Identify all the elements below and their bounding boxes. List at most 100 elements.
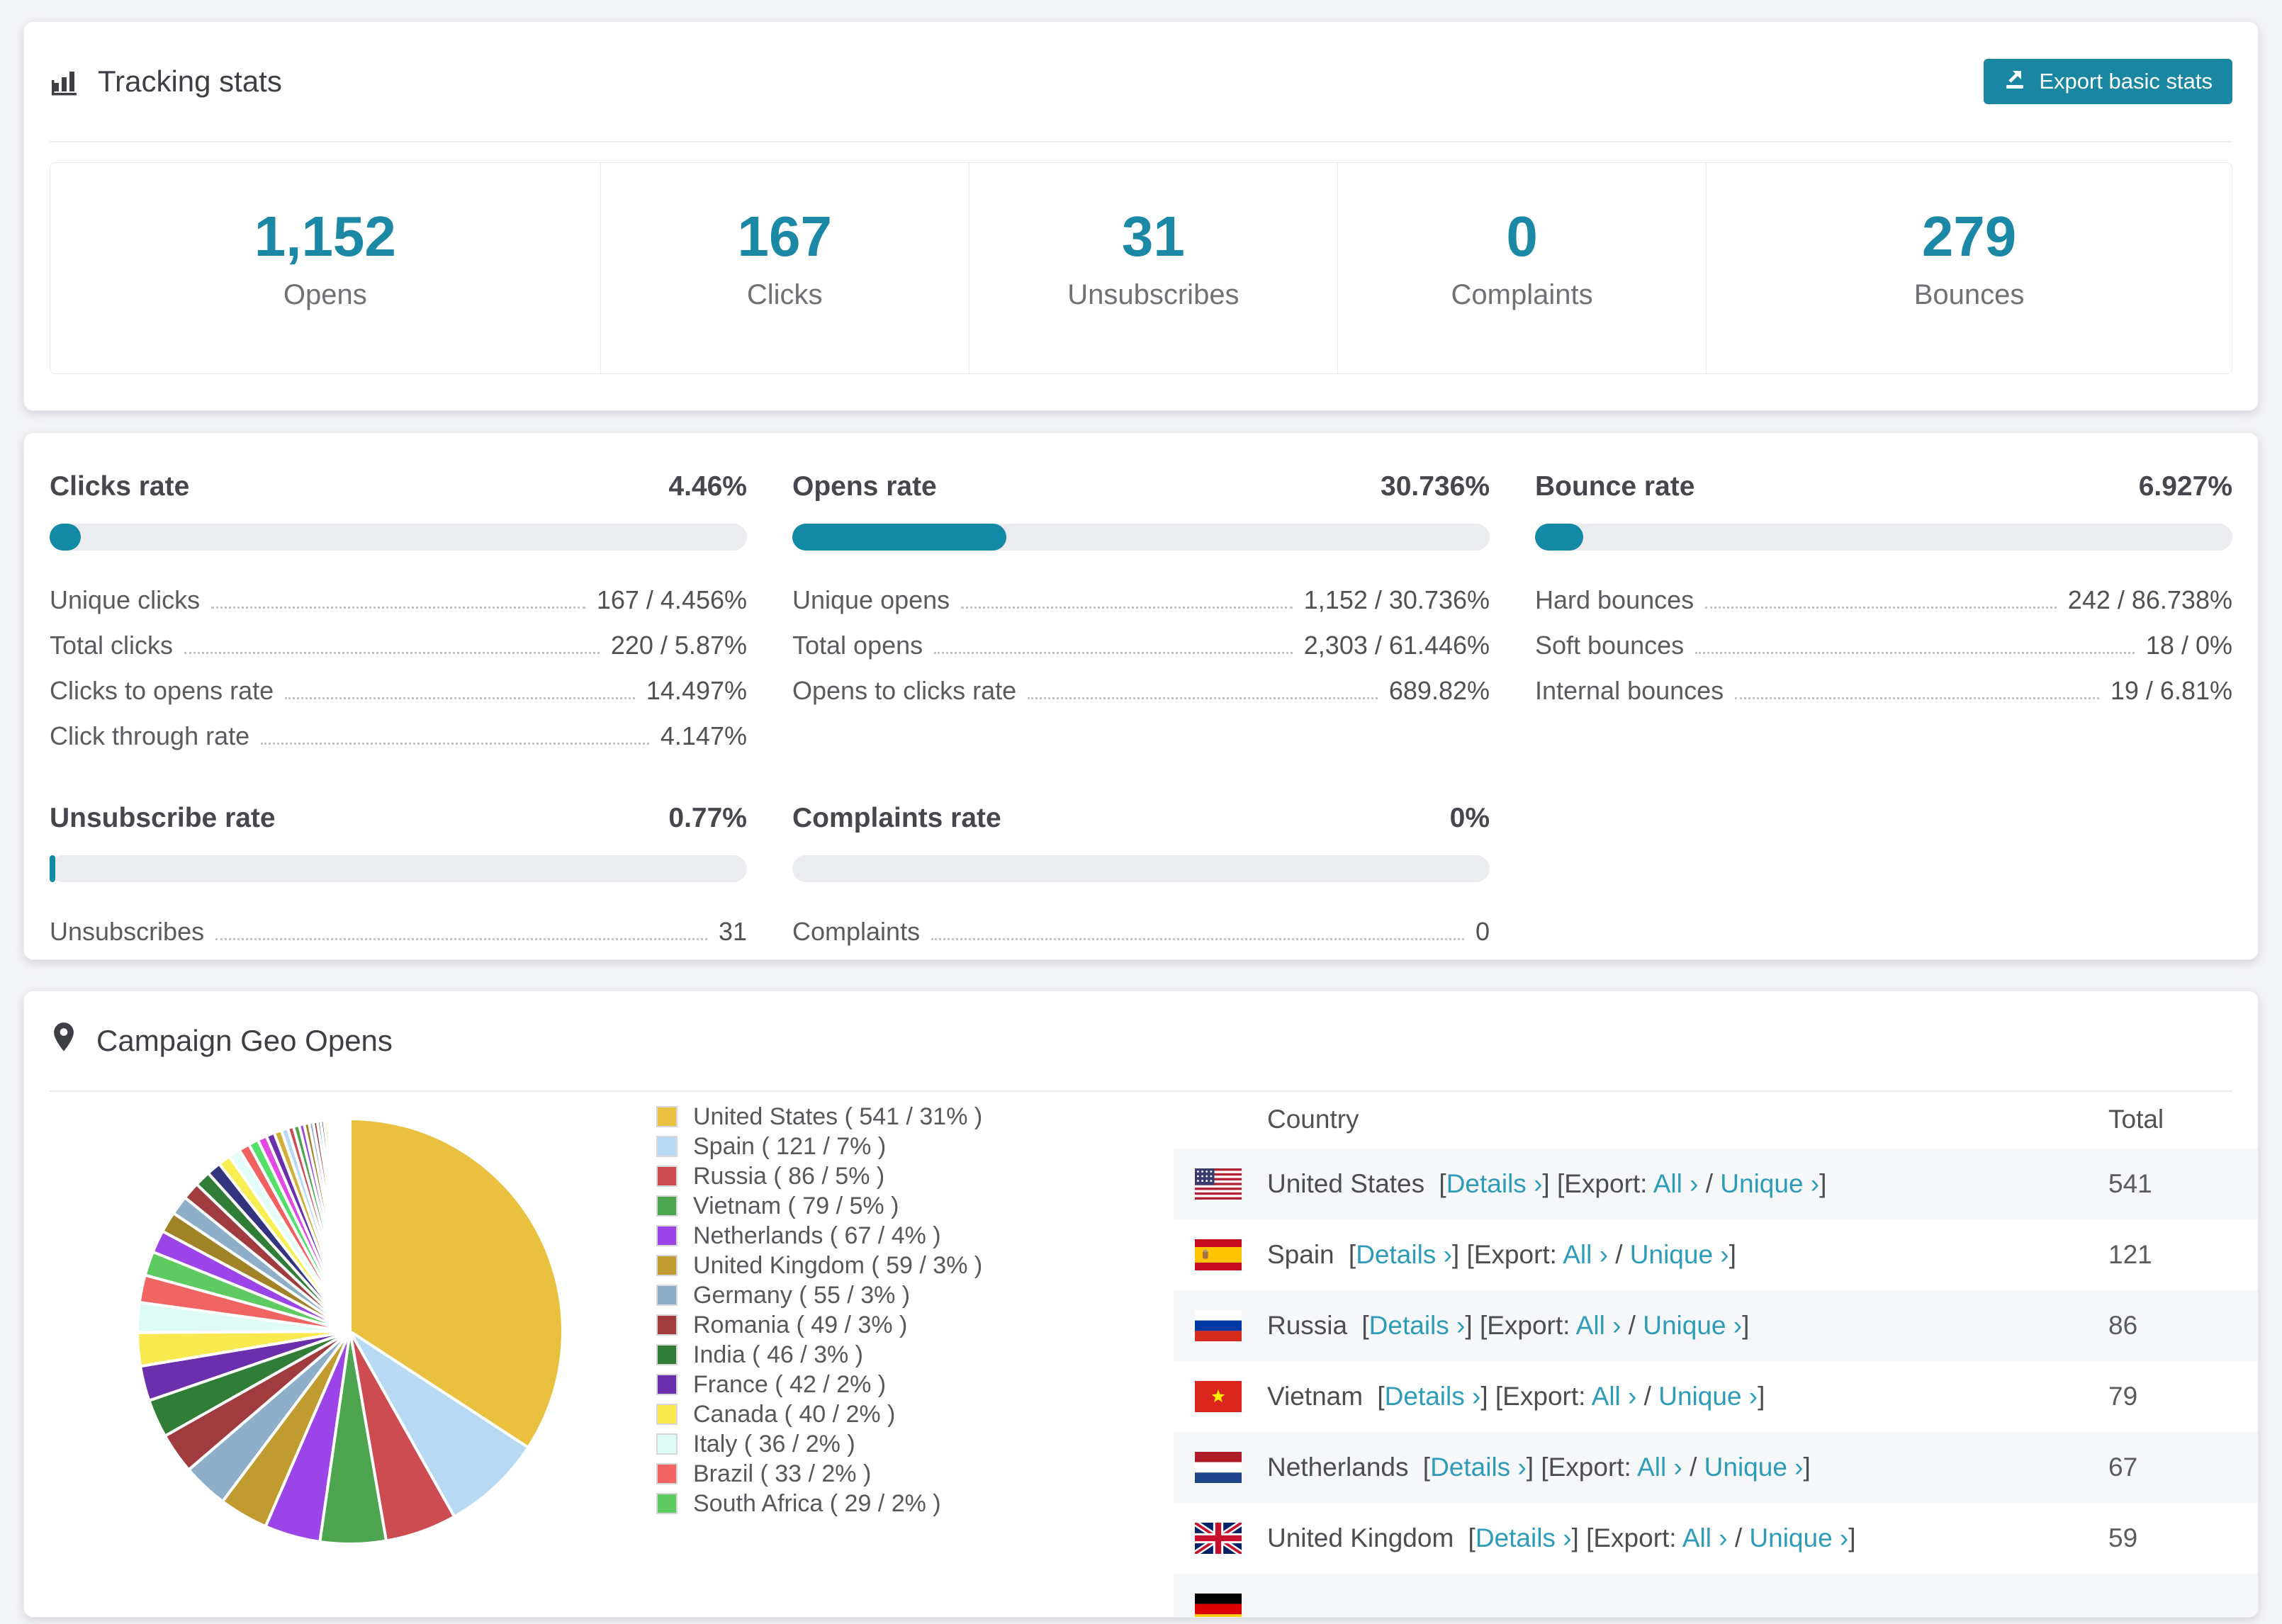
details-link[interactable]: Details › — [1446, 1169, 1543, 1198]
bracket: [ — [1377, 1382, 1385, 1411]
legend-swatch — [656, 1166, 678, 1187]
export-unique-link[interactable]: Unique › — [1704, 1453, 1804, 1482]
rate-detail-value: 19 / 6.81% — [2110, 676, 2232, 705]
export-prefix: [Export: — [1495, 1382, 1592, 1411]
country-name: United Kingdom — [1267, 1523, 1461, 1552]
details-link[interactable]: Details › — [1476, 1523, 1572, 1552]
clicks-rate-value: 4.46% — [668, 471, 747, 502]
export-all-link[interactable]: All › — [1682, 1523, 1728, 1552]
dotted-leader — [1705, 607, 2057, 609]
de-flag-icon — [1195, 1594, 1242, 1617]
rate-detail-value: 1,152 / 30.736% — [1303, 585, 1490, 614]
summary-stat-label: Clicks — [746, 279, 823, 310]
legend-item: Romania ( 49 / 3% ) — [656, 1310, 982, 1340]
summary-stat-label: Unsubscribes — [1067, 279, 1240, 310]
table-row-partial — [1174, 1574, 2258, 1617]
details-link[interactable]: Details › — [1356, 1240, 1452, 1269]
legend-item: United Kingdom ( 59 / 3% ) — [656, 1251, 982, 1280]
export-all-link[interactable]: All › — [1653, 1169, 1699, 1198]
rate-detail-row: Click through rate 4.147% — [50, 714, 747, 759]
rate-detail-value: 14.497% — [646, 676, 747, 705]
rate-detail-label: Clicks to opens rate — [50, 676, 274, 705]
dotted-leader — [285, 697, 635, 699]
pie-legend: United States ( 541 / 31% ) Spain ( 121 /… — [656, 1102, 982, 1518]
rate-detail-value: 31 — [718, 917, 747, 946]
legend-label: Brazil ( 33 / 2% ) — [693, 1460, 872, 1487]
export-all-link[interactable]: All › — [1637, 1453, 1682, 1482]
export-all-link[interactable]: All › — [1576, 1311, 1621, 1340]
bracket: [ — [1361, 1311, 1369, 1340]
rate-detail-label: Soft bounces — [1535, 631, 1685, 660]
country-name: United States — [1267, 1169, 1432, 1198]
rate-detail-row: Internal bounces 19 / 6.81% — [1535, 668, 2232, 714]
export-prefix: [Export: — [1479, 1311, 1576, 1340]
export-basic-stats-button[interactable]: Export basic stats — [1984, 59, 2232, 104]
bounce-rate-progress-fill — [1535, 524, 1584, 551]
export-prefix: [Export: — [1466, 1240, 1563, 1269]
total-value: 59 — [2108, 1523, 2138, 1552]
legend-label: Canada ( 40 / 2% ) — [693, 1400, 896, 1428]
bracket: ] — [1803, 1453, 1811, 1482]
legend-item: Spain ( 121 / 7% ) — [656, 1132, 982, 1161]
unsubscribe-rate-progress-bar — [50, 855, 747, 882]
details-link[interactable]: Details › — [1430, 1453, 1527, 1482]
complaints-rate-value: 0% — [1449, 803, 1490, 833]
country-name: Vietnam — [1267, 1382, 1371, 1411]
rate-detail-value: 2,303 / 61.446% — [1303, 631, 1490, 660]
clicks-rate-title: Clicks rate — [50, 471, 190, 502]
table-row-vietnam: Vietnam [Details ›] [Export: All › / Uni… — [1174, 1361, 2258, 1432]
rate-detail-value: 18 / 0% — [2145, 631, 2232, 660]
summary-stat-clicks: 167 Clicks — [600, 163, 969, 373]
bracket: ] — [1451, 1240, 1467, 1269]
rate-detail-label: Total opens — [792, 631, 923, 660]
export-unique-link[interactable]: Unique › — [1720, 1169, 1819, 1198]
export-unique-link[interactable]: Unique › — [1630, 1240, 1729, 1269]
legend-swatch — [656, 1344, 678, 1365]
legend-swatch — [656, 1374, 678, 1395]
us-flag-icon — [1195, 1168, 1242, 1200]
nl-flag-icon — [1195, 1452, 1242, 1483]
column-header-total: Total — [2108, 1105, 2164, 1134]
opens-rate-progress-bar — [792, 524, 1490, 551]
unsubscribe-rate-progress-fill — [50, 855, 55, 882]
summary-stats-row: 1,152 Opens 167 Clicks 31 Unsubscribes 0 Compla… — [50, 162, 2232, 374]
export-all-link[interactable]: All › — [1563, 1240, 1608, 1269]
separator: / — [1636, 1382, 1659, 1411]
rate-detail-row: Clicks to opens rate 14.497% — [50, 668, 747, 714]
summary-stat-value: 167 — [737, 205, 832, 268]
rate-detail-value: 689.82% — [1388, 676, 1490, 705]
legend-item: Russia ( 86 / 5% ) — [656, 1161, 982, 1191]
column-header-country: Country — [1267, 1105, 1359, 1134]
table-row-netherlands: Netherlands [Details ›] [Export: All › /… — [1174, 1432, 2258, 1503]
page-title: Tracking stats — [98, 64, 282, 98]
export-icon — [2003, 67, 2028, 96]
country-name: Netherlands — [1267, 1453, 1416, 1482]
export-unique-link[interactable]: Unique › — [1749, 1523, 1848, 1552]
table-row-russia: Russia [Details ›] [Export: All › / Uniq… — [1174, 1290, 2258, 1361]
clicks-rate-progress-bar — [50, 524, 747, 551]
table-row-spain: Spain [Details ›] [Export: All › / Uniqu… — [1174, 1219, 2258, 1290]
summary-stat-value: 1,152 — [254, 205, 396, 268]
export-unique-link[interactable]: Unique › — [1643, 1311, 1742, 1340]
rate-detail-label: Unsubscribes — [50, 917, 205, 946]
legend-label: France ( 42 / 2% ) — [693, 1370, 887, 1398]
legend-swatch — [656, 1463, 678, 1484]
legend-swatch — [656, 1225, 678, 1246]
legend-label: Russia ( 86 / 5% ) — [693, 1162, 885, 1190]
rate-detail-row: Soft bounces 18 / 0% — [1535, 623, 2232, 668]
rate-detail-value: 220 / 5.87% — [610, 631, 747, 660]
export-all-link[interactable]: All › — [1592, 1382, 1637, 1411]
total-value: 541 — [2108, 1169, 2152, 1198]
opens-rate-value: 30.736% — [1381, 471, 1490, 502]
total-value: 121 — [2108, 1240, 2152, 1269]
summary-stat-bounces: 279 Bounces — [1706, 163, 2232, 373]
legend-label: Germany ( 55 / 3% ) — [693, 1281, 911, 1309]
details-link[interactable]: Details › — [1369, 1311, 1466, 1340]
dotted-leader — [931, 938, 1464, 940]
summary-stat-opens: 1,152 Opens — [50, 163, 600, 373]
details-link[interactable]: Details › — [1385, 1382, 1481, 1411]
legend-label: Netherlands ( 67 / 4% ) — [693, 1222, 941, 1249]
unsubscribe-rate-value: 0.77% — [668, 803, 747, 833]
export-unique-link[interactable]: Unique › — [1658, 1382, 1758, 1411]
bracket: ] — [1848, 1523, 1856, 1552]
